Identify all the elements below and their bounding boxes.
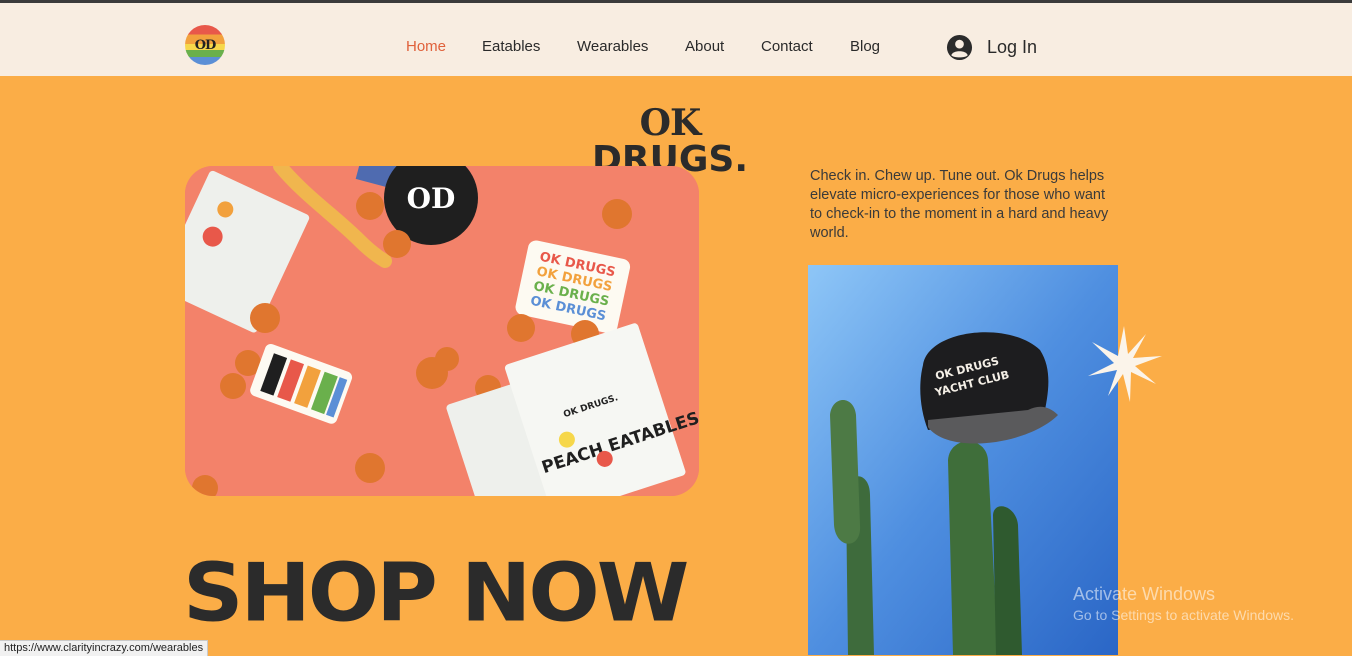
site-header: OD Home Eatables Wearables About Contact… <box>0 3 1352 76</box>
logo-text: OD <box>194 37 217 53</box>
user-avatar-icon <box>946 34 973 60</box>
site-logo[interactable]: OD <box>185 25 225 65</box>
activate-title: Activate Windows <box>1073 584 1216 604</box>
nav-wearables[interactable]: Wearables <box>577 38 648 55</box>
nav-blog[interactable]: Blog <box>850 38 880 55</box>
shop-now-heading[interactable]: SHOP NOW <box>183 553 689 633</box>
gummies-image: OD OK DRUGS OK DRUGS OK DRUGS OK DRUGS O… <box>185 166 699 496</box>
browser-status-url: https://www.clarityincrazy.com/wearables <box>0 640 209 656</box>
od-sticker-text: OD <box>407 182 456 215</box>
cap: OK DRUGS YACHT CLUB <box>920 332 1058 444</box>
product-photo-hat-cactus: OK DRUGS YACHT CLUB <box>808 265 1118 655</box>
hero-tagline: Check in. Chew up. Tune out. Ok Drugs he… <box>810 168 1109 241</box>
hat-cactus-image: OK DRUGS YACHT CLUB <box>808 265 1118 655</box>
login-label: Log In <box>987 36 1038 57</box>
login-button[interactable]: Log In <box>946 32 1037 62</box>
brand-line-1: OK <box>639 102 702 144</box>
activate-subtitle: Go to Settings to activate Windows. <box>1073 607 1294 623</box>
starburst-icon <box>1088 326 1162 402</box>
nav-contact[interactable]: Contact <box>761 38 813 55</box>
nav-eatables[interactable]: Eatables <box>482 38 540 55</box>
nav-home[interactable]: Home <box>406 38 446 55</box>
product-photo-gummies: OD OK DRUGS OK DRUGS OK DRUGS OK DRUGS O… <box>185 166 699 496</box>
windows-activation-watermark: Activate Windows Go to Settings to activ… <box>1073 584 1294 623</box>
nav-about[interactable]: About <box>685 38 724 55</box>
